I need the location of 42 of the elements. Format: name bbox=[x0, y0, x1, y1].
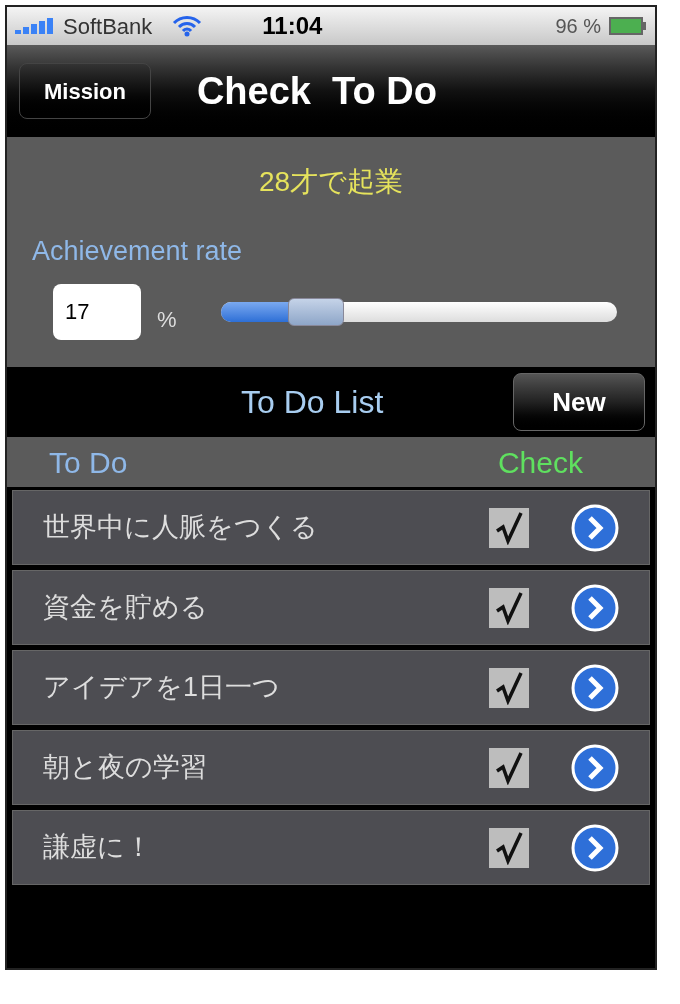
disclosure-chevron-icon[interactable] bbox=[571, 823, 619, 872]
battery-percent: 96 % bbox=[555, 14, 601, 39]
disclosure-chevron-icon[interactable] bbox=[571, 663, 619, 712]
checkbox[interactable] bbox=[489, 507, 529, 548]
list-title: To Do List bbox=[241, 383, 384, 422]
todo-row[interactable]: 資金を貯める bbox=[12, 570, 650, 645]
todo-text: アイデアを1日一つ bbox=[43, 671, 281, 705]
screen-title: Check To Do bbox=[196, 68, 437, 114]
checkbox[interactable] bbox=[489, 587, 529, 628]
disclosure-chevron-icon[interactable] bbox=[571, 743, 619, 792]
todo-text: 謙虚に！ bbox=[43, 831, 152, 865]
column-header: Check bbox=[497, 444, 583, 481]
check-icon bbox=[494, 510, 524, 545]
checkbox[interactable] bbox=[489, 747, 529, 788]
todo-row[interactable]: 世界中に人脈をつくる bbox=[12, 490, 650, 565]
checkbox[interactable] bbox=[489, 827, 529, 868]
goal-title: 28才で起業 bbox=[258, 165, 404, 199]
todo-row[interactable]: 朝と夜の学習 bbox=[12, 730, 650, 805]
checkbox[interactable] bbox=[489, 667, 529, 708]
percent-unit: % bbox=[157, 306, 177, 334]
check-icon bbox=[494, 670, 524, 705]
wifi-icon bbox=[172, 15, 203, 37]
rate-field[interactable]: 17 bbox=[53, 283, 141, 340]
signal-icon bbox=[15, 18, 55, 34]
achievement-label: Achievement rate bbox=[32, 235, 244, 268]
todo-text: 朝と夜の学習 bbox=[43, 751, 207, 785]
check-icon bbox=[494, 590, 524, 625]
slider-thumb[interactable] bbox=[287, 297, 344, 326]
todo-text: 資金を貯める bbox=[43, 591, 208, 625]
todo-text: 世界中に人脈をつくる bbox=[43, 511, 318, 545]
back-button[interactable]: Mission bbox=[19, 63, 151, 119]
todo-row[interactable]: 謙虚に！ bbox=[12, 810, 650, 885]
clock-time: 11:04 bbox=[262, 11, 323, 41]
disclosure-chevron-icon[interactable] bbox=[571, 503, 619, 552]
column-header: To Do bbox=[49, 444, 128, 481]
check-icon bbox=[494, 750, 524, 785]
todo-row[interactable]: アイデアを1日一つ bbox=[12, 650, 650, 725]
battery-icon bbox=[609, 17, 647, 35]
carrier-name: SoftBank bbox=[63, 12, 153, 41]
check-icon bbox=[494, 830, 524, 865]
disclosure-chevron-icon[interactable] bbox=[571, 583, 619, 632]
new-button[interactable]: New bbox=[513, 373, 645, 431]
